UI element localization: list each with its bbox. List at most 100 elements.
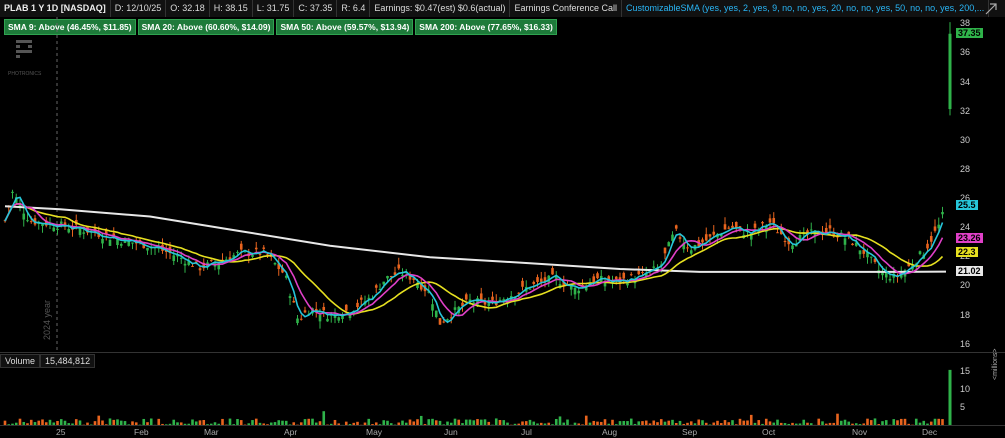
candle-body [236, 251, 239, 253]
candle-body [337, 317, 341, 321]
candle-body [251, 254, 254, 257]
sma20-price-tag: 23.26 [956, 232, 983, 243]
candle-body [551, 268, 554, 275]
price-chart[interactable] [0, 17, 955, 352]
candle-body [318, 314, 322, 322]
price-tick: 36 [960, 47, 971, 58]
volume-label[interactable]: Volume [0, 354, 41, 368]
candle-body [727, 227, 731, 229]
time-tick: Dec [922, 427, 938, 437]
candle-body [442, 321, 446, 323]
candle-body [273, 262, 277, 265]
candle-body [82, 232, 86, 234]
candle-body [926, 243, 929, 249]
candle-body [753, 223, 757, 228]
candle-body [22, 213, 26, 220]
time-tick: May [366, 427, 383, 437]
candle-body [52, 227, 56, 232]
candle-body [629, 274, 633, 276]
time-tick: Sep [682, 427, 698, 437]
candle-body [723, 224, 727, 230]
candle-body [258, 253, 262, 255]
custom-sma-study-label[interactable]: CustomizableSMA (yes, yes, 2, yes, 9, no… [622, 0, 990, 17]
candle-body [29, 221, 33, 223]
candle-body [326, 318, 329, 322]
chart-header: PLAB 1 Y 1D [NASDAQ] D: 12/10/25 O: 32.1… [0, 0, 1005, 17]
candle-body [663, 247, 667, 254]
candle-body [438, 318, 442, 325]
volume-tick: 15 [960, 365, 971, 376]
candle-body [367, 297, 371, 299]
volume-chart[interactable] [0, 368, 955, 426]
candle-body [888, 278, 892, 281]
price-tick: 32 [960, 105, 971, 116]
candle-body [179, 257, 183, 259]
candle-body [386, 275, 389, 279]
last_price-price-tag: 37.35 [956, 27, 983, 38]
volume-tick: 5 [960, 401, 966, 412]
earnings-call-label[interactable]: Earnings Conference Call [510, 0, 623, 17]
candle-body [772, 218, 776, 224]
range-label: R: 6.4 [337, 0, 371, 17]
candle-body [491, 296, 494, 300]
candle-body [119, 243, 123, 246]
time-tick: 25 [56, 427, 66, 437]
candle-body [191, 265, 194, 267]
candle-body [686, 247, 689, 249]
candle-body [262, 247, 266, 249]
candle-body [734, 222, 738, 228]
candle-body [374, 285, 378, 288]
open-label: O: 32.18 [166, 0, 210, 17]
candle-body [768, 218, 772, 223]
candle-body [198, 268, 202, 271]
sma50-line [4, 202, 944, 315]
candle-body [254, 247, 258, 250]
candle-body [918, 251, 922, 255]
candle-body [843, 238, 847, 245]
candle-body [59, 221, 63, 224]
price-tick: 20 [960, 280, 971, 291]
price-tick: 16 [960, 338, 971, 349]
candle-body [937, 224, 941, 229]
volume-unit: <millions> [992, 348, 999, 380]
candle-body [11, 191, 14, 193]
candle-body [479, 293, 483, 300]
candle-body [521, 280, 524, 287]
candle-body [933, 226, 937, 231]
candle-body [539, 278, 543, 282]
candle-body [453, 307, 457, 310]
collapse-icon[interactable] [985, 3, 997, 15]
candle-body [536, 277, 539, 282]
volume-header: Volume 15,484,812 [0, 354, 96, 368]
symbol-label[interactable]: PLAB 1 Y 1D [NASDAQ] [0, 0, 111, 17]
candle-body [108, 239, 112, 246]
candle-body [791, 245, 794, 250]
time-axis[interactable]: 25 Feb Mar Apr May Jun Jul Aug Sep Oct Nov Dec [0, 425, 1005, 438]
sma9-price-tag: 25.5 [956, 200, 978, 211]
volume-tick: 10 [960, 383, 971, 394]
low-label: L: 31.75 [253, 0, 295, 17]
price-axis[interactable]: 38363432302826242220181637.3525.523.2622… [955, 17, 1005, 352]
volume-value: 15,484,812 [40, 354, 96, 368]
candle-body [689, 250, 693, 254]
candle-body [573, 287, 577, 295]
candle-body [498, 299, 502, 301]
candle-body [809, 229, 813, 231]
candle-body [322, 306, 326, 311]
candle-body [637, 271, 641, 275]
sma50-price-tag: 22.3 [956, 246, 978, 257]
candle-body [828, 225, 832, 229]
candle-body [26, 220, 29, 222]
last-candle-body [948, 33, 952, 110]
last-volume-bar [948, 369, 952, 426]
candle-body [667, 242, 671, 247]
candle-body [292, 300, 296, 303]
candle-body [131, 242, 134, 244]
pane-divider[interactable] [0, 352, 1005, 353]
candle-body [596, 273, 599, 279]
candle-body [239, 243, 243, 250]
candle-body [577, 290, 581, 294]
candle-body [869, 256, 873, 258]
candle-body [674, 225, 678, 229]
candle-body [172, 255, 176, 261]
